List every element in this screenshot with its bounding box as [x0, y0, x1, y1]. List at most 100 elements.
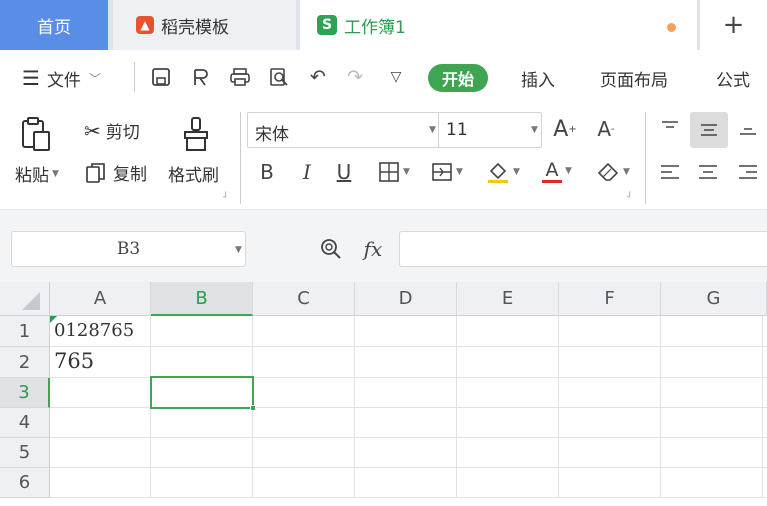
paste-icon[interactable]: [18, 114, 54, 154]
eraser-icon: [597, 162, 619, 181]
align-bottom-icon[interactable]: [734, 114, 762, 142]
grow-font-icon: A: [553, 116, 569, 142]
copy-icon: [86, 162, 105, 183]
column-header-c[interactable]: C: [253, 282, 355, 316]
align-right-icon[interactable]: [734, 158, 762, 186]
zoom-lookup-icon[interactable]: [317, 235, 345, 263]
unsaved-indicator-dot: [667, 23, 676, 32]
hamburger-icon: ☰: [22, 66, 40, 90]
bold-icon: B: [260, 160, 274, 184]
cell-a2-value: 765: [54, 349, 95, 373]
font-size-select[interactable]: 11 ▼: [438, 112, 542, 148]
align-center-icon[interactable]: [694, 158, 722, 186]
tab-docer-templates[interactable]: ▲ 稻壳模板: [113, 0, 296, 50]
column-header-a[interactable]: A: [50, 282, 151, 316]
align-top-icon[interactable]: [656, 114, 684, 142]
row-header-2[interactable]: 2: [0, 347, 50, 378]
grow-font-button[interactable]: A +: [552, 114, 578, 144]
row-header-1[interactable]: 1: [0, 316, 50, 347]
underline-button[interactable]: U: [333, 158, 355, 186]
row-header-label: 3: [18, 382, 30, 403]
row-header-4[interactable]: 4: [0, 408, 50, 438]
column-header-f[interactable]: F: [559, 282, 661, 316]
merge-cells-button[interactable]: ▼: [425, 158, 469, 186]
select-all-corner[interactable]: [0, 282, 50, 316]
shrink-font-button[interactable]: A-: [593, 114, 619, 144]
column-header-e[interactable]: E: [457, 282, 559, 316]
new-tab-button[interactable]: +: [700, 0, 767, 50]
fill-color-button[interactable]: ▼: [480, 158, 526, 186]
row-line: [50, 497, 767, 498]
cell-a2[interactable]: 765: [50, 347, 150, 377]
format-painter-icon[interactable]: [178, 114, 214, 154]
clear-format-button[interactable]: ▼: [590, 158, 636, 186]
borders-icon: [379, 162, 399, 182]
borders-button[interactable]: ▼: [372, 158, 416, 186]
name-box[interactable]: B3 ▼: [11, 231, 246, 267]
export-pdf-icon[interactable]: [188, 64, 214, 90]
align-middle-icon[interactable]: [690, 112, 728, 148]
divider: [645, 112, 646, 204]
caret-down-icon: ▼: [403, 167, 410, 177]
merge-cells-icon: [432, 163, 452, 181]
insert-function-button[interactable]: fx: [358, 234, 388, 264]
font-name-select[interactable]: 宋体 ▼: [247, 112, 440, 148]
tab-insert-label: 插入: [521, 70, 555, 91]
cell-a1[interactable]: 0128765: [50, 316, 150, 346]
font-color-button[interactable]: A ▼: [535, 156, 579, 186]
font-launcher-icon[interactable]: ┘: [627, 193, 632, 203]
spreadsheet-logo-icon: S: [317, 15, 337, 35]
fill-handle[interactable]: [250, 405, 256, 411]
font-color-icon: A: [542, 160, 563, 183]
tab-page-layout[interactable]: 页面布局: [600, 50, 668, 106]
bold-button[interactable]: B: [256, 158, 278, 186]
italic-button[interactable]: I: [296, 158, 318, 186]
formula-input[interactable]: [399, 231, 767, 267]
row-header-3[interactable]: 3: [0, 378, 50, 408]
more-dropdown-icon[interactable]: ▽: [383, 64, 409, 90]
align-left-icon[interactable]: [656, 158, 684, 186]
docer-logo-icon: ▲: [136, 16, 154, 34]
tab-formula[interactable]: 公式: [716, 50, 750, 106]
undo-icon[interactable]: ↶: [305, 64, 331, 90]
redo-icon[interactable]: ↷: [342, 64, 368, 90]
save-icon[interactable]: [148, 64, 174, 90]
row-line: [50, 467, 767, 468]
column-header-g[interactable]: G: [661, 282, 767, 316]
column-header-label: D: [398, 288, 413, 309]
paste-label: 粘贴: [15, 166, 49, 186]
print-icon[interactable]: [227, 64, 253, 90]
row-header-label: 2: [18, 351, 31, 373]
tab-insert[interactable]: 插入: [521, 50, 555, 106]
print-preview-icon[interactable]: [266, 64, 292, 90]
column-header-d[interactable]: D: [355, 282, 457, 316]
caret-down-icon: ▼: [531, 125, 538, 135]
selected-cell-b3[interactable]: [150, 376, 254, 409]
column-header-label: F: [604, 288, 615, 309]
plus-icon: +: [722, 10, 745, 40]
caret-down-icon: ▼: [623, 167, 630, 177]
paste-button[interactable]: 粘贴 ▼: [15, 161, 59, 186]
chevron-down-icon: ﹀: [88, 71, 101, 86]
tab-workbook[interactable]: S 工作簿1: [300, 0, 697, 50]
row-header-5[interactable]: 5: [0, 438, 50, 468]
name-box-value: B3: [116, 239, 141, 259]
tab-start[interactable]: 开始: [428, 64, 489, 92]
caret-down-icon: ▼: [565, 166, 572, 176]
italic-icon: I: [303, 160, 311, 184]
cut-button[interactable]: ✂ 剪切: [84, 118, 140, 144]
column-header-b[interactable]: B: [151, 282, 253, 316]
scissors-icon: ✂: [84, 118, 101, 143]
column-header-label: A: [93, 288, 107, 309]
tab-docer-label: 稻壳模板: [161, 17, 229, 38]
column-header-label: E: [501, 288, 514, 309]
file-menu[interactable]: ☰ 文件 ﹀: [22, 50, 101, 106]
copy-label: 复制: [113, 165, 147, 185]
row-header-6[interactable]: 6: [0, 468, 50, 498]
fx-icon: fx: [363, 237, 383, 261]
tab-home[interactable]: 首页: [0, 0, 108, 50]
format-painter-label[interactable]: 格式刷: [168, 161, 219, 186]
clipboard-launcher-icon[interactable]: ┘: [223, 193, 228, 203]
caret-down-icon: ▼: [235, 245, 242, 255]
copy-button[interactable]: 复制: [85, 160, 147, 185]
